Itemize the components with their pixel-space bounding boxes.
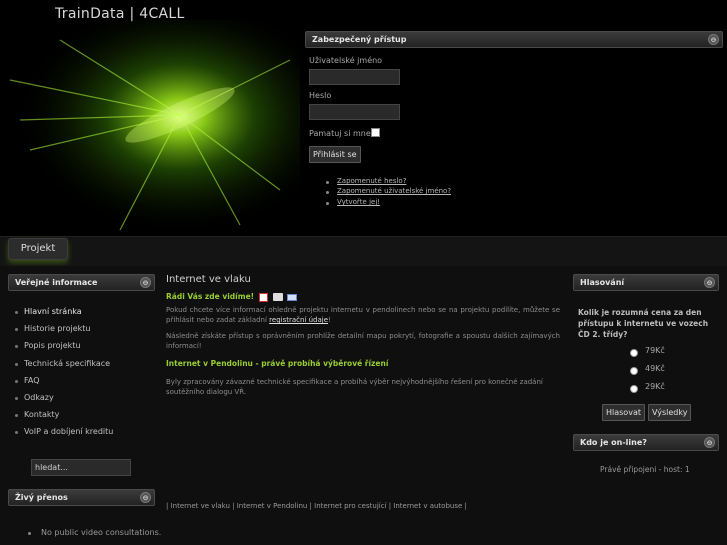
sidebar-item-voip[interactable]: VoIP a dobíjení kreditu [24, 427, 113, 436]
search-input[interactable]: hledat... [31, 459, 131, 476]
intro-text-end: ! [328, 316, 331, 324]
online-title: Kdo je on-line? [580, 438, 647, 447]
sidebar-item-description[interactable]: Popis projektu [24, 341, 81, 350]
poll-option-radio[interactable] [630, 367, 638, 375]
bullet-icon [15, 380, 18, 383]
results-button[interactable]: Výsledky [648, 404, 692, 421]
collapse-icon[interactable]: ⊖ [704, 277, 715, 288]
sidebar-item-links[interactable]: Odkazy [24, 393, 54, 402]
poll-option-label: 49Kč [645, 364, 665, 373]
main-nav-bar [0, 236, 727, 266]
print-icon[interactable] [272, 293, 283, 301]
bullet-icon [326, 181, 329, 184]
vote-button[interactable]: Hlasovat [602, 404, 645, 421]
password-field[interactable] [309, 104, 400, 120]
bullet-icon [15, 397, 18, 400]
poll-option-radio[interactable] [630, 385, 638, 393]
news-body: Byly zpracovány závazné technické specif… [166, 378, 543, 396]
collapse-icon[interactable]: ⊖ [708, 34, 719, 45]
bullet-icon [326, 202, 329, 205]
remember-label: Pamatuj si mne [309, 129, 371, 138]
intro-paragraph-2: Následně získáte přístup s oprávněním pr… [166, 332, 560, 350]
green-light-burst-image [0, 20, 300, 235]
bullet-icon [28, 532, 31, 535]
online-header[interactable]: Kdo je on-line? ⊖ [573, 434, 719, 451]
poll-question: Kolik je rozumná cena za den přístupu k … [578, 308, 709, 339]
sidebar-item-contacts[interactable]: Kontakty [24, 410, 59, 419]
bullet-icon [326, 191, 329, 194]
footer-links[interactable]: | Internet ve vlaku | Internet v Pendoli… [166, 502, 467, 510]
collapse-icon[interactable]: ⊖ [704, 437, 715, 448]
public-info-title: Veřejné informace [15, 278, 98, 287]
bullet-icon [15, 311, 18, 314]
sidebar-item-faq[interactable]: FAQ [24, 376, 40, 385]
collapse-icon[interactable]: ⊖ [140, 277, 151, 288]
public-info-header[interactable]: Veřejné informace ⊖ [8, 274, 155, 291]
forgot-password-link[interactable]: Zapomenuté heslo? [337, 177, 406, 185]
live-stream-note: No public video consultations. [41, 528, 162, 537]
email-icon[interactable] [287, 293, 298, 301]
intro-paragraph: Pokud chcete více informací ohledně proj… [166, 305, 560, 325]
username-label: Uživatelské jméno [309, 56, 383, 65]
poll-option-label: 79Kč [645, 346, 665, 355]
login-panel-header[interactable]: Zabezpečený přístup ⊖ [305, 31, 723, 48]
bullet-icon [15, 345, 18, 348]
poll-header[interactable]: Hlasování ⊖ [573, 274, 719, 291]
login-panel-title: Zabezpečený přístup [312, 35, 407, 44]
bullet-icon [15, 431, 18, 434]
news-headline[interactable]: Internet v Pendolinu - právě probíhá výb… [166, 359, 388, 368]
login-button[interactable]: Přihlásit se [309, 146, 361, 163]
poll-option-radio[interactable] [630, 349, 638, 357]
live-stream-title: Živý přenos [15, 493, 68, 502]
welcome-line: Rádi Vás zde vidíme! [166, 292, 298, 302]
sidebar-item-history[interactable]: Historie projektu [24, 324, 90, 333]
forgot-username-link[interactable]: Zapomenuté uživatelské jméno? [337, 187, 451, 195]
username-field[interactable] [309, 69, 400, 85]
online-status: Právě připojeni - host: 1 [600, 465, 690, 474]
sidebar-item-home[interactable]: Hlavní stránka [24, 307, 82, 316]
registration-link[interactable]: registrační údaje [269, 316, 328, 324]
tab-projekt[interactable]: Projekt [8, 238, 68, 260]
intro-text: Pokud chcete více informací ohledně proj… [166, 306, 560, 324]
pdf-icon[interactable] [259, 292, 269, 302]
poll-title: Hlasování [580, 278, 625, 287]
remember-checkbox[interactable] [371, 128, 380, 137]
collapse-icon[interactable]: ⊖ [140, 492, 151, 503]
poll-option-label: 29Kč [645, 382, 665, 391]
page-title: Internet ve vlaku [166, 274, 251, 285]
sidebar-item-specs[interactable]: Technická specifikace [24, 359, 110, 368]
welcome-text: Rádi Vás zde vidíme! [166, 292, 255, 301]
password-label: Heslo [309, 91, 332, 100]
register-link[interactable]: Vytvořte jej! [337, 198, 380, 206]
bullet-icon [15, 328, 18, 331]
live-stream-header[interactable]: Živý přenos ⊖ [8, 489, 155, 506]
bullet-icon [15, 363, 18, 366]
bullet-icon [15, 414, 18, 417]
